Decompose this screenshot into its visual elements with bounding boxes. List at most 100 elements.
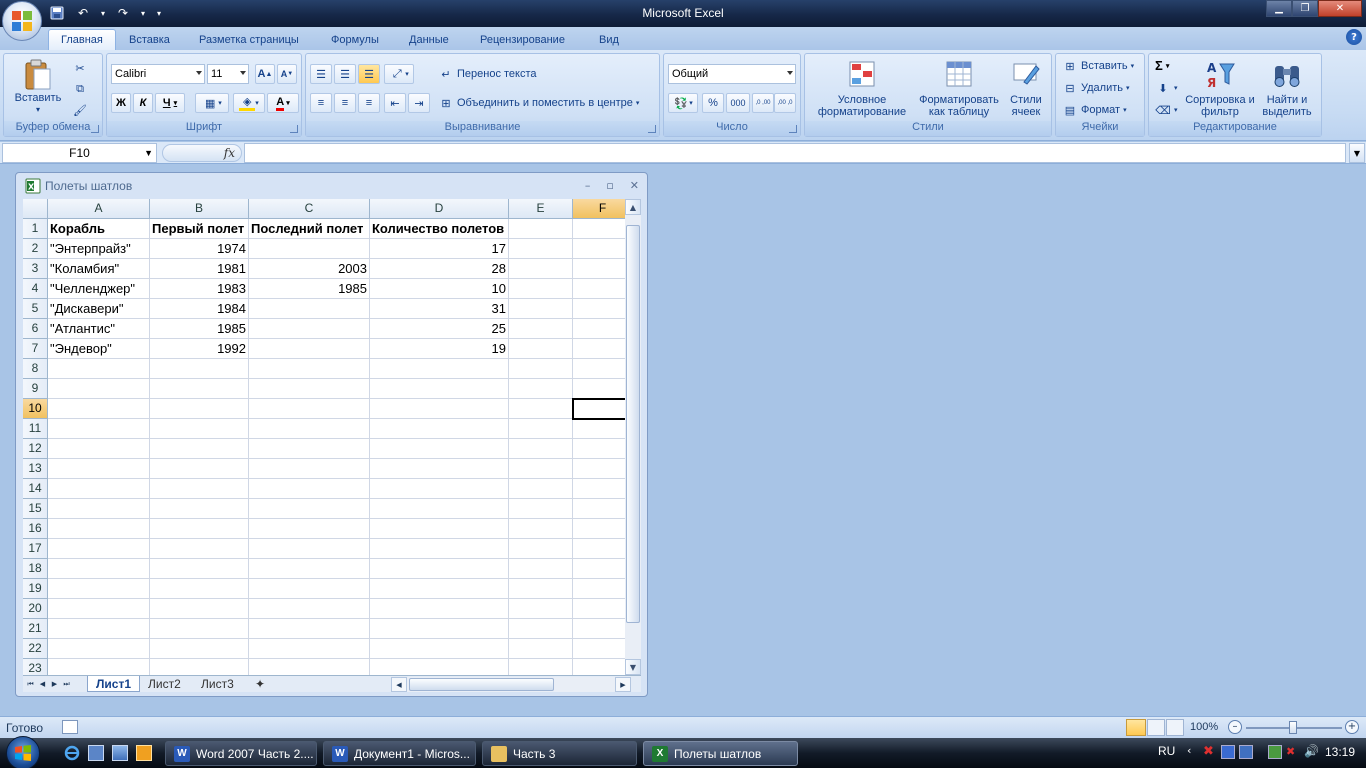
fill-button[interactable]: ⬇ ▾ [1155, 80, 1177, 96]
cell-d17[interactable] [370, 539, 509, 559]
cell-e4[interactable] [509, 279, 573, 299]
scroll-right-icon[interactable]: ▶ [615, 677, 631, 692]
formula-input[interactable] [244, 143, 1346, 163]
conditional-formatting-button[interactable]: Условное форматирование [809, 58, 915, 118]
cell-a19[interactable] [48, 579, 150, 599]
find-select-button[interactable]: Найти и выделить [1255, 58, 1319, 118]
cell-c1[interactable]: Последний полет [249, 219, 370, 239]
cell-a14[interactable] [48, 479, 150, 499]
merge-center-button[interactable]: ⊞ Объединить и поместить в центре ▾ [438, 95, 639, 111]
zoom-slider-thumb[interactable] [1289, 721, 1297, 734]
cell-a22[interactable] [48, 639, 150, 659]
cell-e17[interactable] [509, 539, 573, 559]
cell-c18[interactable] [249, 559, 370, 579]
next-sheet-icon[interactable]: ▶ [49, 678, 60, 690]
cell-b14[interactable] [150, 479, 249, 499]
select-all-corner[interactable] [23, 199, 48, 219]
cell-c11[interactable] [249, 419, 370, 439]
row-header-11[interactable]: 11 [23, 419, 48, 439]
taskbar-item-folder[interactable]: Часть 3 [482, 741, 637, 766]
cell-c13[interactable] [249, 459, 370, 479]
cell-a18[interactable] [48, 559, 150, 579]
underline-button[interactable]: Ч ▾ [155, 93, 185, 113]
explorer-icon[interactable] [88, 745, 104, 761]
row-header-7[interactable]: 7 [23, 339, 48, 359]
cell-b16[interactable] [150, 519, 249, 539]
cell-b21[interactable] [150, 619, 249, 639]
autosum-button[interactable]: Σ ▾ [1155, 58, 1169, 73]
show-desktop-icon[interactable] [112, 745, 128, 761]
sheet-tab-2[interactable]: Лист2 [140, 676, 189, 692]
cell-f19[interactable] [573, 579, 625, 599]
shrink-font-button[interactable]: A ▼ [277, 64, 297, 84]
scroll-down-icon[interactable]: ▼ [625, 659, 641, 675]
cell-e20[interactable] [509, 599, 573, 619]
cell-f2[interactable] [573, 239, 625, 259]
cell-c22[interactable] [249, 639, 370, 659]
restore-button[interactable]: ❐ [1292, 0, 1318, 17]
sheet-tab-3[interactable]: Лист3 [193, 676, 242, 692]
macro-record-icon[interactable] [62, 720, 78, 734]
align-bottom-button[interactable]: ☰ [358, 64, 380, 84]
restore-icon[interactable]: ▫ [606, 179, 613, 192]
sort-filter-button[interactable]: АЯ Сортировка и фильтр [1185, 58, 1255, 118]
taskbar-item-excel[interactable]: X Полеты шатлов [643, 741, 798, 766]
number-launcher-icon[interactable] [789, 125, 797, 133]
first-sheet-icon[interactable]: ⏮ [25, 678, 36, 690]
cell-d6[interactable]: 25 [370, 319, 509, 339]
cell-b11[interactable] [150, 419, 249, 439]
cell-e18[interactable] [509, 559, 573, 579]
row-header-18[interactable]: 18 [23, 559, 48, 579]
cell-d14[interactable] [370, 479, 509, 499]
cell-e15[interactable] [509, 499, 573, 519]
cell-e23[interactable] [509, 659, 573, 675]
cell-b23[interactable] [150, 659, 249, 675]
cell-b18[interactable] [150, 559, 249, 579]
currency-format-button[interactable]: 💱 ▾ [668, 93, 698, 113]
cell-a21[interactable] [48, 619, 150, 639]
bold-button[interactable]: Ж [111, 93, 131, 113]
clipboard-launcher-icon[interactable] [91, 125, 99, 133]
cell-d11[interactable] [370, 419, 509, 439]
tab-formulas[interactable]: Формулы [319, 29, 391, 50]
cell-e3[interactable] [509, 259, 573, 279]
align-top-button[interactable]: ☰ [310, 64, 332, 84]
fill-color-button[interactable]: ◈ ▾ [233, 93, 265, 113]
cell-f20[interactable] [573, 599, 625, 619]
cell-d15[interactable] [370, 499, 509, 519]
column-header-e[interactable]: E [509, 199, 573, 219]
row-header-17[interactable]: 17 [23, 539, 48, 559]
cell-e10[interactable] [509, 399, 573, 419]
cell-e22[interactable] [509, 639, 573, 659]
cell-f3[interactable] [573, 259, 625, 279]
column-header-a[interactable]: A [48, 199, 150, 219]
row-header-14[interactable]: 14 [23, 479, 48, 499]
normal-view-icon[interactable] [1126, 719, 1146, 736]
close-button[interactable]: ✕ [1318, 0, 1362, 17]
sheet-tab-1[interactable]: Лист1 [87, 676, 141, 692]
row-header-15[interactable]: 15 [23, 499, 48, 519]
scroll-up-icon[interactable]: ▲ [625, 199, 641, 215]
column-header-b[interactable]: B [150, 199, 249, 219]
scroll-left-icon[interactable]: ◀ [391, 677, 407, 692]
horizontal-scrollbar[interactable]: ◀ ▶ [391, 677, 631, 692]
ie-icon[interactable] [64, 745, 80, 761]
cell-d12[interactable] [370, 439, 509, 459]
cell-c20[interactable] [249, 599, 370, 619]
cell-c21[interactable] [249, 619, 370, 639]
cell-f11[interactable] [573, 419, 625, 439]
cell-d23[interactable] [370, 659, 509, 675]
cell-c10[interactable] [249, 399, 370, 419]
cell-b19[interactable] [150, 579, 249, 599]
borders-button[interactable]: ▦ ▾ [195, 93, 229, 113]
cell-b20[interactable] [150, 599, 249, 619]
cell-a5[interactable]: "Дискавери" [48, 299, 150, 319]
network-disconnected-icon[interactable]: ✖ [1286, 745, 1300, 759]
cell-a15[interactable] [48, 499, 150, 519]
zoom-in-icon[interactable]: + [1345, 720, 1359, 734]
cell-f17[interactable] [573, 539, 625, 559]
cell-d2[interactable]: 17 [370, 239, 509, 259]
cell-b2[interactable]: 1974 [150, 239, 249, 259]
cell-c9[interactable] [249, 379, 370, 399]
cell-e13[interactable] [509, 459, 573, 479]
